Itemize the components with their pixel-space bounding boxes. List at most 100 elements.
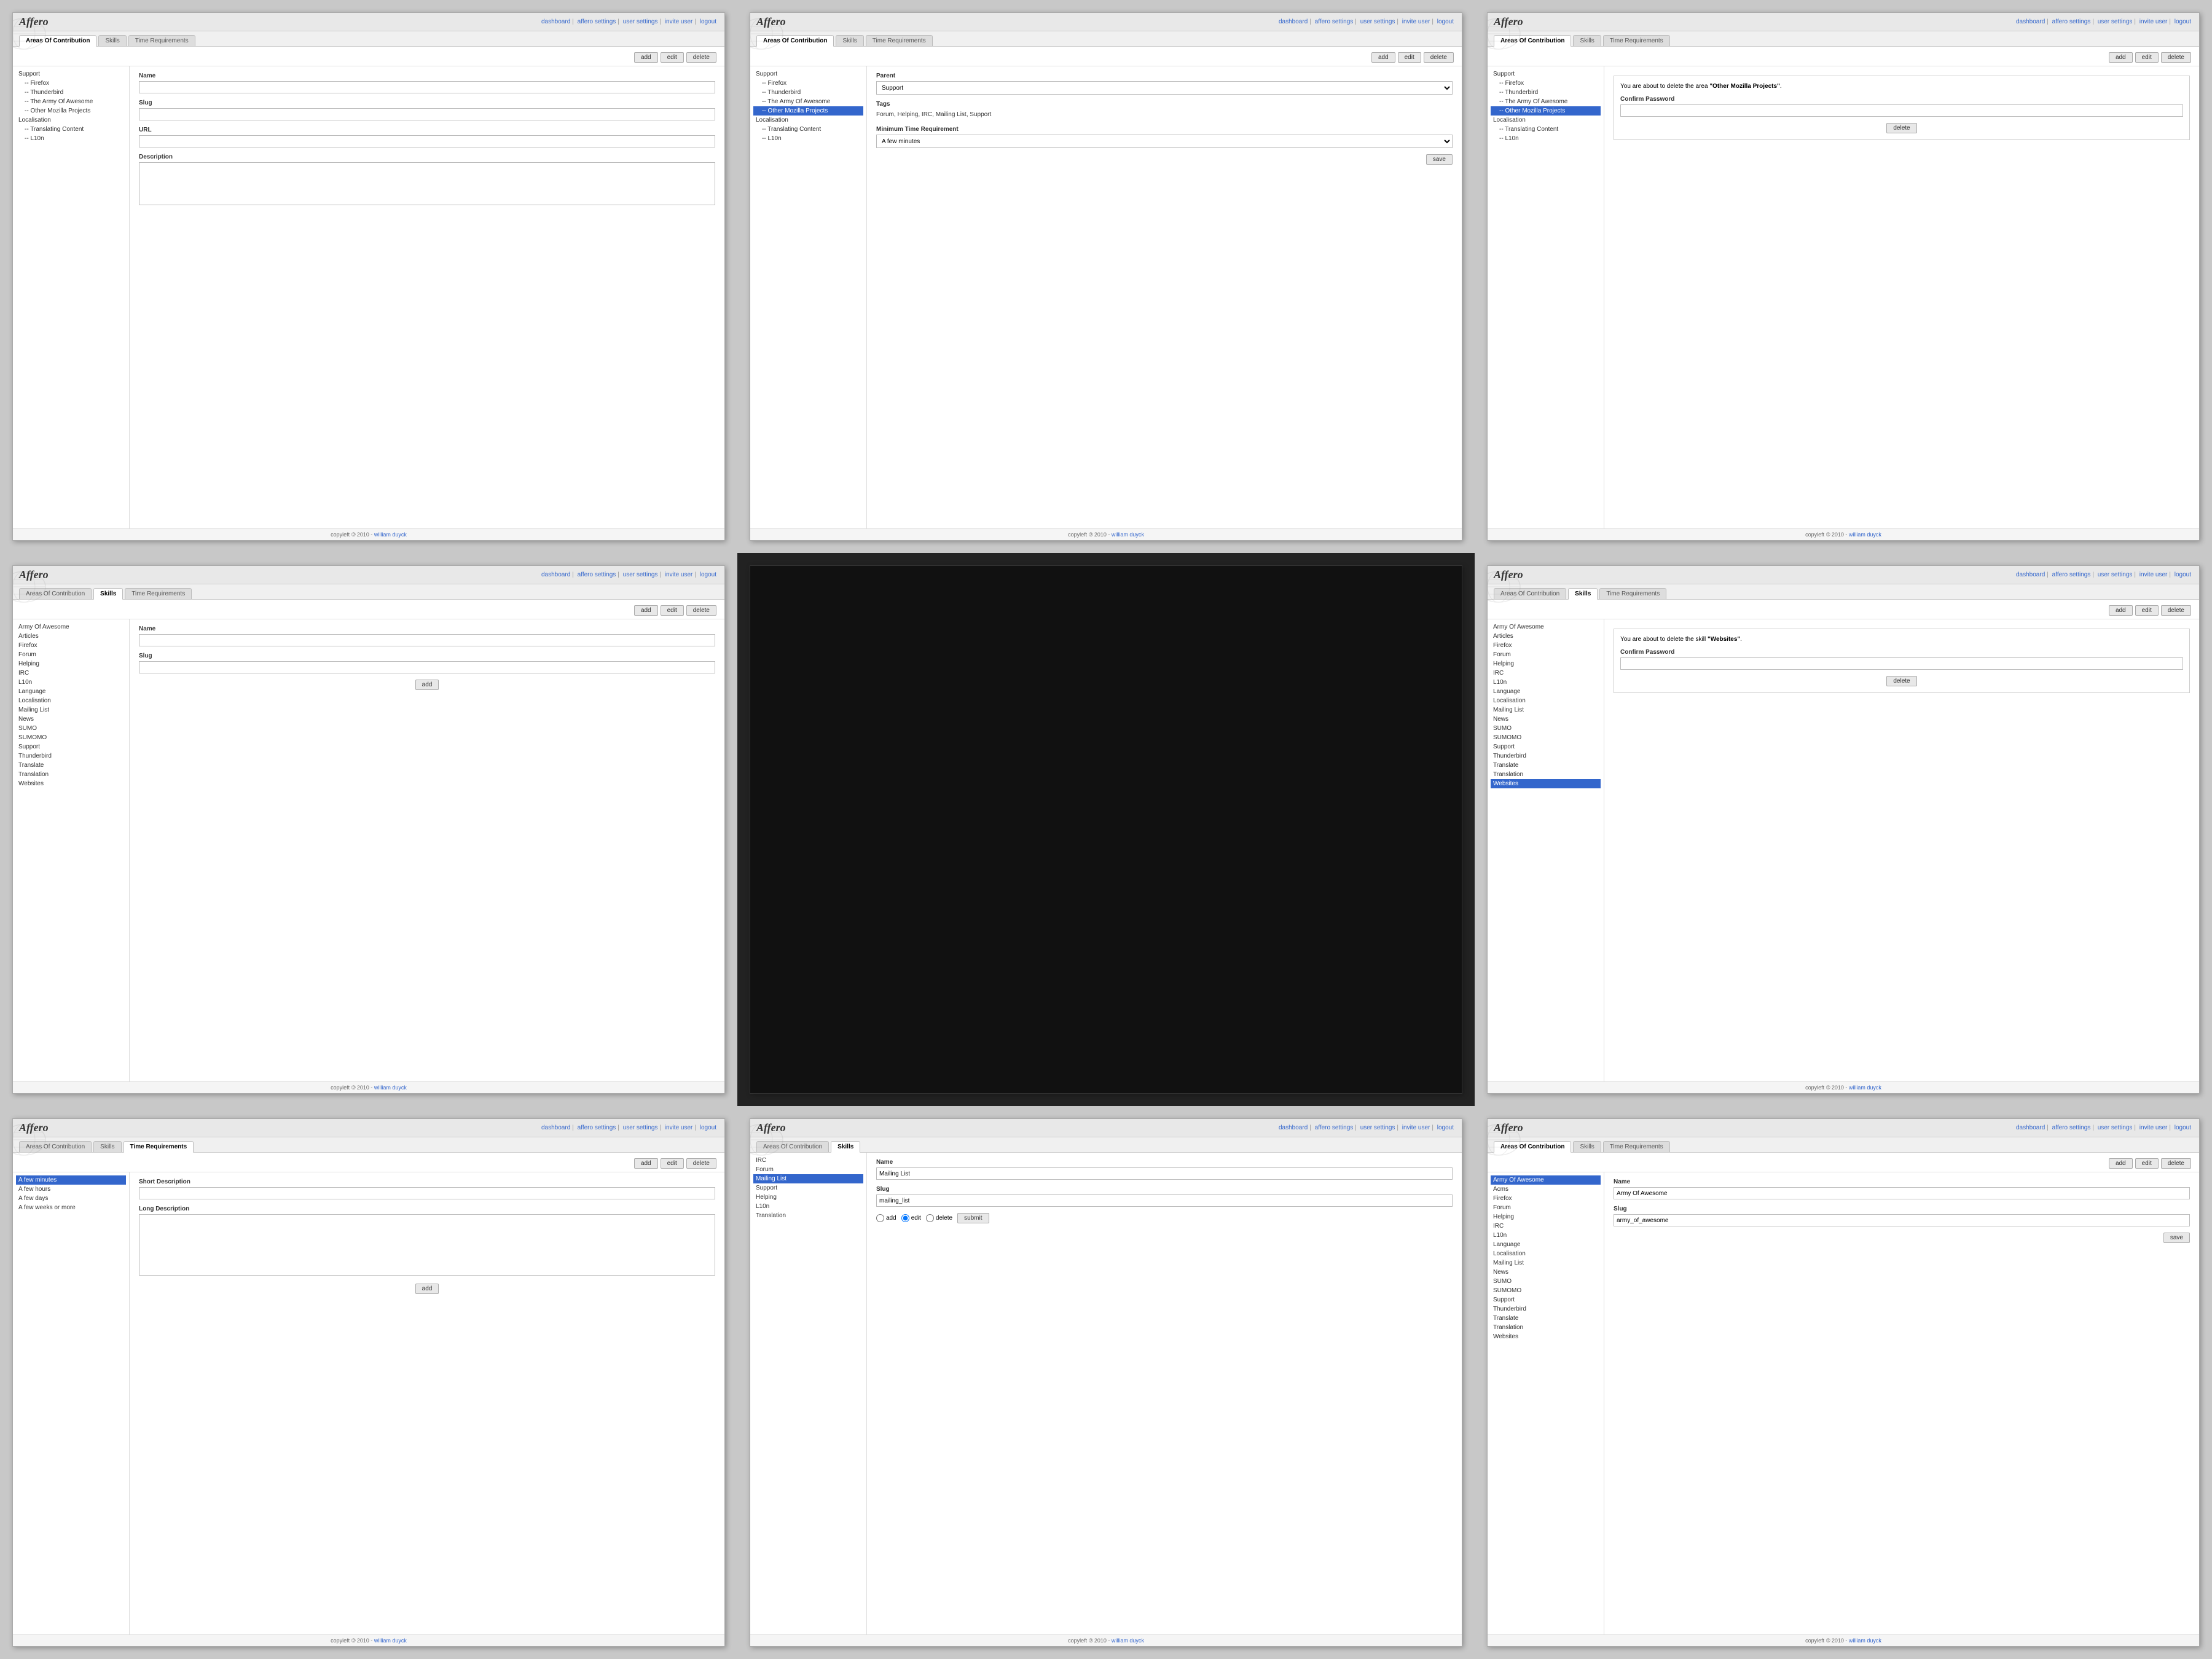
list-item[interactable]: Translation bbox=[753, 1211, 863, 1220]
list-item[interactable]: -- Translating Content bbox=[1491, 125, 1601, 134]
footer-link-3[interactable]: william duyck bbox=[1849, 531, 1881, 538]
tab-time-3[interactable]: Time Requirements bbox=[1603, 35, 1670, 46]
nav-dashboard-3[interactable]: dashboard bbox=[2016, 18, 2045, 25]
list-item[interactable]: Language bbox=[1491, 687, 1601, 696]
list-item[interactable]: Localisation bbox=[1491, 116, 1601, 125]
nav-dashboard-7[interactable]: dashboard bbox=[541, 1124, 570, 1131]
list-item[interactable]: -- The Army Of Awesome bbox=[1491, 97, 1601, 106]
nav-affero-2[interactable]: affero settings bbox=[1315, 18, 1354, 25]
list-item[interactable]: A few days bbox=[16, 1194, 126, 1203]
add-submit-btn-4[interactable]: add bbox=[415, 680, 439, 690]
list-item[interactable]: -- L10n bbox=[753, 134, 863, 143]
list-item[interactable]: Support bbox=[753, 69, 863, 79]
footer-link-8[interactable]: william duyck bbox=[1112, 1637, 1144, 1644]
list-item[interactable]: Translation bbox=[16, 770, 126, 779]
tab-time-6[interactable]: Time Requirements bbox=[1599, 588, 1666, 599]
radio-delete-8[interactable] bbox=[926, 1214, 934, 1222]
list-item[interactable]: Firefox bbox=[1491, 641, 1601, 650]
delete-btn-9[interactable]: delete bbox=[2161, 1158, 2191, 1169]
list-item[interactable]: SUMO bbox=[16, 724, 126, 733]
list-item[interactable]: Mailing List bbox=[16, 705, 126, 715]
list-item[interactable]: Language bbox=[16, 687, 126, 696]
list-item[interactable]: IRC bbox=[1491, 669, 1601, 678]
list-item[interactable]: IRC bbox=[16, 669, 126, 678]
nav-affero-3[interactable]: affero settings bbox=[2052, 18, 2091, 25]
input-password-3[interactable] bbox=[1620, 104, 2183, 117]
textarea-desc-1[interactable] bbox=[139, 162, 715, 205]
input-name-9[interactable] bbox=[1614, 1187, 2190, 1199]
delete-btn-1[interactable]: delete bbox=[686, 52, 716, 63]
list-item[interactable]: -- Firefox bbox=[753, 79, 863, 88]
nav-invite-7[interactable]: invite user bbox=[665, 1124, 693, 1131]
nav-invite-6[interactable]: invite user bbox=[2139, 571, 2168, 578]
tab-skills-3[interactable]: Skills bbox=[1573, 35, 1601, 46]
select-mintime-2[interactable]: A few minutes bbox=[876, 135, 1453, 148]
list-item[interactable]: IRC bbox=[1491, 1222, 1601, 1231]
list-item[interactable]: Thunderbird bbox=[16, 751, 126, 761]
add-btn-1[interactable]: add bbox=[634, 52, 658, 63]
add-btn-9[interactable]: add bbox=[2109, 1158, 2133, 1169]
list-item-selected[interactable]: Websites bbox=[1491, 779, 1601, 788]
list-item[interactable]: Forum bbox=[1491, 650, 1601, 659]
nav-dashboard-4[interactable]: dashboard bbox=[541, 571, 570, 578]
list-item[interactable]: Support bbox=[753, 1183, 863, 1193]
list-item-selected[interactable]: -- Other Mozilla Projects bbox=[1491, 106, 1601, 116]
list-item-selected[interactable]: -- Other Mozilla Projects bbox=[753, 106, 863, 116]
list-item[interactable]: Localisation bbox=[16, 116, 126, 125]
footer-link-7[interactable]: william duyck bbox=[374, 1637, 407, 1644]
confirm-delete-btn-6[interactable]: delete bbox=[1886, 676, 1916, 686]
add-btn-6[interactable]: add bbox=[2109, 605, 2133, 616]
list-item[interactable]: -- The Army Of Awesome bbox=[16, 97, 126, 106]
add-submit-btn-7[interactable]: add bbox=[415, 1284, 439, 1294]
input-slug-9[interactable] bbox=[1614, 1214, 2190, 1226]
nav-logout-8[interactable]: logout bbox=[1437, 1124, 1454, 1131]
nav-user-3[interactable]: user settings bbox=[2098, 18, 2133, 25]
list-item[interactable]: Mailing List bbox=[1491, 705, 1601, 715]
nav-logout-7[interactable]: logout bbox=[700, 1124, 716, 1131]
list-item[interactable]: Translate bbox=[1491, 1314, 1601, 1323]
input-name-4[interactable] bbox=[139, 634, 715, 646]
footer-link-1[interactable]: william duyck bbox=[374, 531, 407, 538]
add-btn-2[interactable]: add bbox=[1371, 52, 1395, 63]
nav-logout-4[interactable]: logout bbox=[700, 571, 716, 578]
input-slug-4[interactable] bbox=[139, 661, 715, 673]
list-item[interactable]: Thunderbird bbox=[1491, 751, 1601, 761]
input-slug-1[interactable] bbox=[139, 108, 715, 120]
list-item[interactable]: SUMOMO bbox=[16, 733, 126, 742]
edit-btn-2[interactable]: edit bbox=[1398, 52, 1421, 63]
list-item[interactable]: Helping bbox=[16, 659, 126, 669]
edit-btn-7[interactable]: edit bbox=[661, 1158, 684, 1169]
input-password-6[interactable] bbox=[1620, 657, 2183, 670]
add-btn-3[interactable]: add bbox=[2109, 52, 2133, 63]
list-item[interactable]: L10n bbox=[753, 1202, 863, 1211]
list-item[interactable]: Websites bbox=[16, 779, 126, 788]
list-item[interactable]: L10n bbox=[16, 678, 126, 687]
list-item[interactable]: Acms bbox=[1491, 1185, 1601, 1194]
list-item[interactable]: A few weeks or more bbox=[16, 1203, 126, 1212]
list-item[interactable]: SUMO bbox=[1491, 724, 1601, 733]
list-item[interactable]: -- The Army Of Awesome bbox=[753, 97, 863, 106]
tab-time-4[interactable]: Time Requirements bbox=[125, 588, 192, 599]
input-name-1[interactable] bbox=[139, 81, 715, 93]
tab-skills-7[interactable]: Skills bbox=[93, 1141, 121, 1152]
tab-skills-4[interactable]: Skills bbox=[93, 588, 123, 600]
radio-edit-8[interactable] bbox=[901, 1214, 909, 1222]
input-name-8[interactable] bbox=[876, 1167, 1453, 1180]
textarea-long-7[interactable] bbox=[139, 1214, 715, 1276]
list-item[interactable]: Forum bbox=[753, 1165, 863, 1174]
list-item[interactable]: Localisation bbox=[1491, 1249, 1601, 1258]
list-item[interactable]: Support bbox=[1491, 742, 1601, 751]
nav-user-2[interactable]: user settings bbox=[1360, 18, 1395, 25]
list-item[interactable]: Forum bbox=[1491, 1203, 1601, 1212]
list-item[interactable]: Support bbox=[16, 742, 126, 751]
nav-invite-8[interactable]: invite user bbox=[1402, 1124, 1430, 1131]
nav-user-1[interactable]: user settings bbox=[623, 18, 658, 25]
tab-skills-6[interactable]: Skills bbox=[1568, 588, 1598, 600]
list-item[interactable]: Army Of Awesome bbox=[1491, 622, 1601, 632]
nav-invite-2[interactable]: invite user bbox=[1402, 18, 1430, 25]
nav-affero-8[interactable]: affero settings bbox=[1315, 1124, 1354, 1131]
list-item[interactable]: Support bbox=[1491, 1295, 1601, 1304]
nav-dashboard-6[interactable]: dashboard bbox=[2016, 571, 2045, 578]
list-item[interactable]: -- Thunderbird bbox=[753, 88, 863, 97]
list-item[interactable]: Support bbox=[16, 69, 126, 79]
